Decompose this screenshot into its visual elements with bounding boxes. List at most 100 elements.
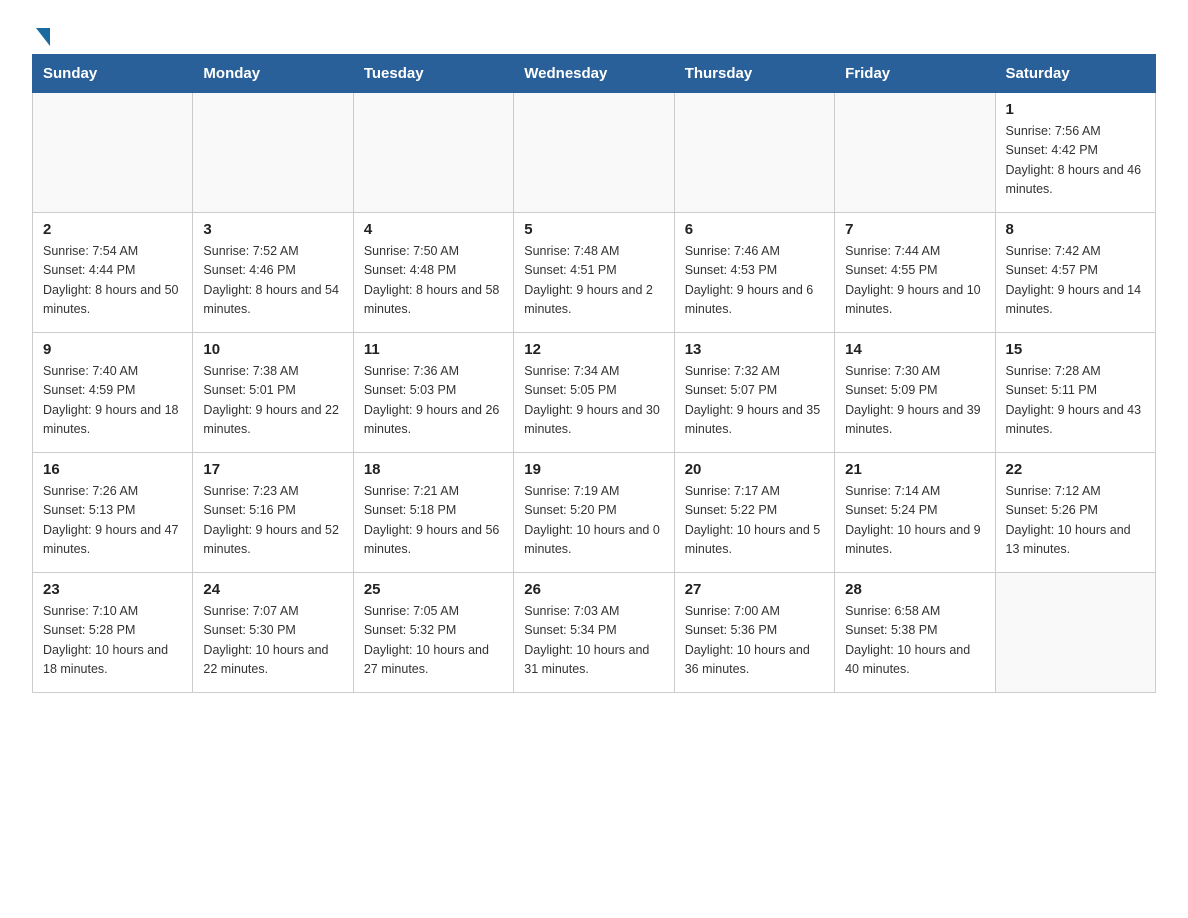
day-info: Sunrise: 7:00 AMSunset: 5:36 PMDaylight:… [685, 602, 824, 680]
calendar-table: SundayMondayTuesdayWednesdayThursdayFrid… [32, 54, 1156, 693]
calendar-cell-week2-day2: 4 Sunrise: 7:50 AMSunset: 4:48 PMDaylight… [353, 213, 513, 333]
calendar-cell-week3-day0: 9 Sunrise: 7:40 AMSunset: 4:59 PMDaylight… [33, 333, 193, 453]
week-row-2: 2 Sunrise: 7:54 AMSunset: 4:44 PMDaylight… [33, 213, 1156, 333]
day-info: Sunrise: 7:21 AMSunset: 5:18 PMDaylight:… [364, 482, 503, 560]
day-number: 14 [845, 341, 984, 358]
calendar-cell-week5-day2: 25Sunrise: 7:05 AMSunset: 5:32 PMDayligh… [353, 573, 513, 693]
calendar-cell-week3-day1: 10 Sunrise: 7:38 AMSunset: 5:01 PMDayligh… [193, 333, 353, 453]
day-number: 6 [685, 221, 824, 238]
calendar-header: SundayMondayTuesdayWednesdayThursdayFrid… [33, 55, 1156, 93]
day-number: 16 [43, 461, 182, 478]
day-number: 10 [203, 341, 342, 358]
day-info: Sunrise: 7:32 AMSunset: 5:07 PMDaylight:… [685, 362, 824, 440]
weekday-header-saturday: Saturday [995, 55, 1155, 93]
day-number: 8 [1006, 221, 1145, 238]
day-info: Sunrise: 7:56 AMSunset: 4:42 PMDaylight:… [1006, 122, 1145, 200]
day-number: 15 [1006, 341, 1145, 358]
calendar-cell-week2-day3: 5 Sunrise: 7:48 AMSunset: 4:51 PMDaylight… [514, 213, 674, 333]
calendar-cell-week5-day6 [995, 573, 1155, 693]
day-number: 27 [685, 581, 824, 598]
day-info: Sunrise: 7:46 AMSunset: 4:53 PMDaylight:… [685, 242, 824, 320]
day-info: Sunrise: 6:58 AMSunset: 5:38 PMDaylight:… [845, 602, 984, 680]
week-row-3: 9 Sunrise: 7:40 AMSunset: 4:59 PMDaylight… [33, 333, 1156, 453]
day-info: Sunrise: 7:40 AMSunset: 4:59 PMDaylight:… [43, 362, 182, 440]
week-row-4: 16 Sunrise: 7:26 AMSunset: 5:13 PMDayligh… [33, 453, 1156, 573]
day-number: 26 [524, 581, 663, 598]
calendar-cell-week5-day0: 23 Sunrise: 7:10 AMSunset: 5:28 PMDayligh… [33, 573, 193, 693]
calendar-cell-week5-day4: 27 Sunrise: 7:00 AMSunset: 5:36 PMDayligh… [674, 573, 834, 693]
weekday-header-wednesday: Wednesday [514, 55, 674, 93]
page-header [32, 24, 1156, 42]
day-number: 20 [685, 461, 824, 478]
day-number: 5 [524, 221, 663, 238]
day-number: 12 [524, 341, 663, 358]
day-info: Sunrise: 7:03 AMSunset: 5:34 PMDaylight:… [524, 602, 663, 680]
calendar-cell-week1-day3 [514, 93, 674, 213]
weekday-header-sunday: Sunday [33, 55, 193, 93]
day-number: 21 [845, 461, 984, 478]
calendar-body: 1 Sunrise: 7:56 AMSunset: 4:42 PMDaylight… [33, 93, 1156, 693]
calendar-cell-week4-day1: 17Sunrise: 7:23 AMSunset: 5:16 PMDayligh… [193, 453, 353, 573]
weekday-header-tuesday: Tuesday [353, 55, 513, 93]
day-info: Sunrise: 7:19 AMSunset: 5:20 PMDaylight:… [524, 482, 663, 560]
calendar-cell-week1-day0 [33, 93, 193, 213]
day-info: Sunrise: 7:07 AMSunset: 5:30 PMDaylight:… [203, 602, 342, 680]
day-info: Sunrise: 7:52 AMSunset: 4:46 PMDaylight:… [203, 242, 342, 320]
day-number: 7 [845, 221, 984, 238]
calendar-cell-week2-day5: 7 Sunrise: 7:44 AMSunset: 4:55 PMDaylight… [835, 213, 995, 333]
day-number: 23 [43, 581, 182, 598]
calendar-cell-week2-day4: 6 Sunrise: 7:46 AMSunset: 4:53 PMDaylight… [674, 213, 834, 333]
day-info: Sunrise: 7:30 AMSunset: 5:09 PMDaylight:… [845, 362, 984, 440]
week-row-1: 1 Sunrise: 7:56 AMSunset: 4:42 PMDaylight… [33, 93, 1156, 213]
day-number: 22 [1006, 461, 1145, 478]
weekday-header-row: SundayMondayTuesdayWednesdayThursdayFrid… [33, 55, 1156, 93]
calendar-cell-week3-day5: 14 Sunrise: 7:30 AMSunset: 5:09 PMDayligh… [835, 333, 995, 453]
day-info: Sunrise: 7:36 AMSunset: 5:03 PMDaylight:… [364, 362, 503, 440]
day-number: 9 [43, 341, 182, 358]
calendar-cell-week4-day0: 16 Sunrise: 7:26 AMSunset: 5:13 PMDayligh… [33, 453, 193, 573]
calendar-cell-week1-day5 [835, 93, 995, 213]
calendar-cell-week5-day1: 24 Sunrise: 7:07 AMSunset: 5:30 PMDayligh… [193, 573, 353, 693]
day-number: 19 [524, 461, 663, 478]
day-number: 4 [364, 221, 503, 238]
calendar-cell-week4-day2: 18 Sunrise: 7:21 AMSunset: 5:18 PMDayligh… [353, 453, 513, 573]
day-info: Sunrise: 7:05 AMSunset: 5:32 PMDaylight:… [364, 602, 503, 680]
day-info: Sunrise: 7:38 AMSunset: 5:01 PMDaylight:… [203, 362, 342, 440]
day-info: Sunrise: 7:34 AMSunset: 5:05 PMDaylight:… [524, 362, 663, 440]
calendar-cell-week4-day6: 22 Sunrise: 7:12 AMSunset: 5:26 PMDayligh… [995, 453, 1155, 573]
calendar-cell-week4-day4: 20Sunrise: 7:17 AMSunset: 5:22 PMDayligh… [674, 453, 834, 573]
calendar-cell-week1-day6: 1 Sunrise: 7:56 AMSunset: 4:42 PMDaylight… [995, 93, 1155, 213]
day-number: 11 [364, 341, 503, 358]
calendar-cell-week4-day3: 19 Sunrise: 7:19 AMSunset: 5:20 PMDayligh… [514, 453, 674, 573]
day-info: Sunrise: 7:50 AMSunset: 4:48 PMDaylight:… [364, 242, 503, 320]
day-info: Sunrise: 7:44 AMSunset: 4:55 PMDaylight:… [845, 242, 984, 320]
weekday-header-thursday: Thursday [674, 55, 834, 93]
day-number: 18 [364, 461, 503, 478]
calendar-cell-week3-day4: 13 Sunrise: 7:32 AMSunset: 5:07 PMDayligh… [674, 333, 834, 453]
calendar-cell-week3-day3: 12 Sunrise: 7:34 AMSunset: 5:05 PMDayligh… [514, 333, 674, 453]
day-number: 28 [845, 581, 984, 598]
calendar-cell-week3-day6: 15 Sunrise: 7:28 AMSunset: 5:11 PMDayligh… [995, 333, 1155, 453]
logo [32, 24, 50, 42]
day-info: Sunrise: 7:12 AMSunset: 5:26 PMDaylight:… [1006, 482, 1145, 560]
day-info: Sunrise: 7:54 AMSunset: 4:44 PMDaylight:… [43, 242, 182, 320]
calendar-cell-week1-day1 [193, 93, 353, 213]
day-info: Sunrise: 7:42 AMSunset: 4:57 PMDaylight:… [1006, 242, 1145, 320]
calendar-cell-week2-day6: 8 Sunrise: 7:42 AMSunset: 4:57 PMDaylight… [995, 213, 1155, 333]
weekday-header-monday: Monday [193, 55, 353, 93]
day-info: Sunrise: 7:48 AMSunset: 4:51 PMDaylight:… [524, 242, 663, 320]
day-info: Sunrise: 7:28 AMSunset: 5:11 PMDaylight:… [1006, 362, 1145, 440]
day-number: 2 [43, 221, 182, 238]
calendar-cell-week1-day4 [674, 93, 834, 213]
day-info: Sunrise: 7:26 AMSunset: 5:13 PMDaylight:… [43, 482, 182, 560]
calendar-cell-week5-day3: 26 Sunrise: 7:03 AMSunset: 5:34 PMDayligh… [514, 573, 674, 693]
logo-arrow-icon [36, 28, 50, 46]
day-info: Sunrise: 7:10 AMSunset: 5:28 PMDaylight:… [43, 602, 182, 680]
calendar-cell-week5-day5: 28 Sunrise: 6:58 AMSunset: 5:38 PMDayligh… [835, 573, 995, 693]
day-number: 1 [1006, 101, 1145, 118]
calendar-cell-week3-day2: 11 Sunrise: 7:36 AMSunset: 5:03 PMDayligh… [353, 333, 513, 453]
day-number: 24 [203, 581, 342, 598]
day-number: 13 [685, 341, 824, 358]
calendar-cell-week4-day5: 21Sunrise: 7:14 AMSunset: 5:24 PMDayligh… [835, 453, 995, 573]
day-number: 3 [203, 221, 342, 238]
